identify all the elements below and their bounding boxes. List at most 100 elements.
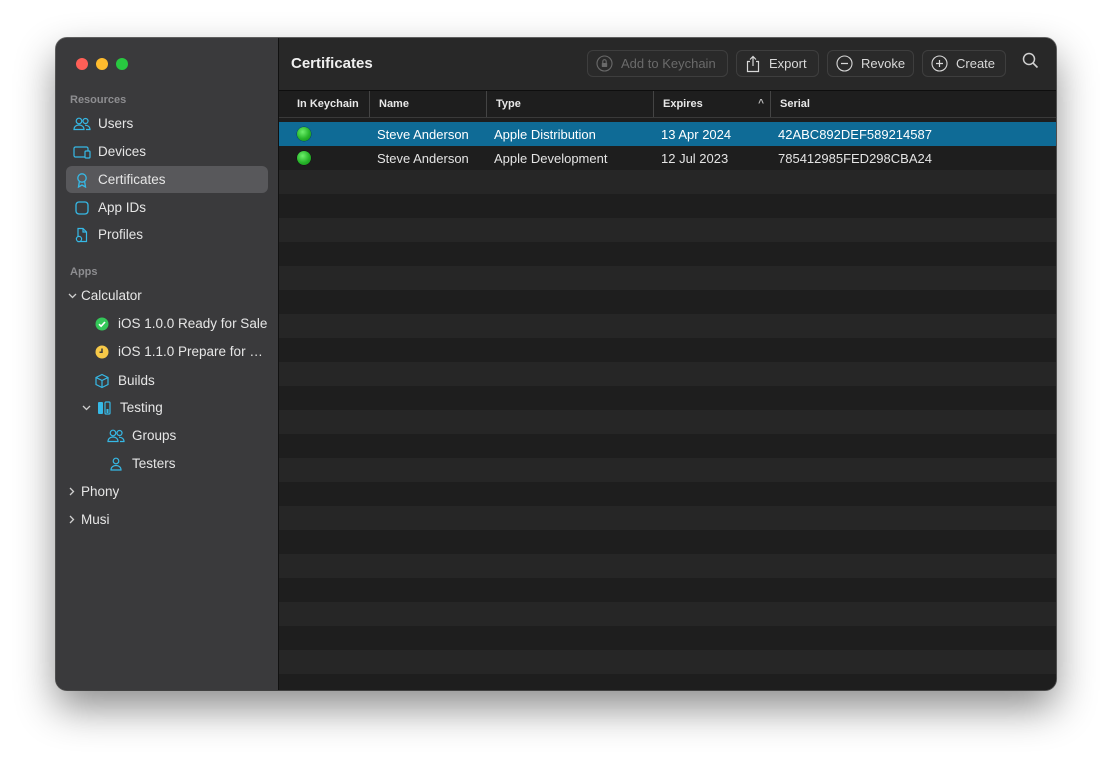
- profile-icon: [72, 227, 92, 243]
- cert-type: Apple Development: [494, 150, 608, 166]
- in-keychain-indicator-icon: [297, 146, 311, 170]
- sidebar-item-label: Phony: [81, 484, 120, 499]
- minus-circle-icon: [836, 55, 853, 72]
- export-label: Export: [769, 56, 807, 71]
- tester-icon: [106, 456, 126, 472]
- empty-row: [279, 674, 1056, 690]
- revoke-label: Revoke: [861, 56, 906, 71]
- sidebar-item-musi[interactable]: Musi: [66, 506, 268, 533]
- empty-row: [279, 194, 1056, 218]
- create-button[interactable]: Create: [922, 50, 1006, 77]
- sidebar-item-testers[interactable]: Testers: [66, 450, 268, 477]
- empty-row: [279, 650, 1056, 674]
- devices-icon: [72, 144, 92, 160]
- empty-row: [279, 362, 1056, 386]
- empty-row: [279, 602, 1056, 626]
- sidebar-item-users[interactable]: Users: [66, 110, 268, 137]
- plus-circle-icon: [931, 55, 948, 72]
- sidebar-item-label: Builds: [118, 373, 155, 388]
- sidebar-item-label: App IDs: [98, 200, 147, 215]
- sidebar-item-label: Groups: [132, 428, 177, 443]
- minimize-window-button[interactable]: [96, 58, 108, 70]
- sidebar-item-certificates[interactable]: Certificates: [66, 166, 268, 193]
- empty-row: [279, 266, 1056, 290]
- add-to-keychain-label: Add to Keychain: [621, 56, 716, 71]
- empty-row: [279, 458, 1056, 482]
- sidebar-item-label: Testing: [120, 400, 163, 415]
- column-header-serial[interactable]: Serial: [770, 91, 1056, 117]
- add-to-keychain-button[interactable]: Add to Keychain: [587, 50, 728, 77]
- chevron-right-icon[interactable]: [66, 515, 78, 524]
- sidebar-item-profiles[interactable]: Profiles: [66, 221, 268, 248]
- revoke-button[interactable]: Revoke: [827, 50, 914, 77]
- certificates-table-body: Steve Anderson Apple Distribution 13 Apr…: [279, 122, 1056, 690]
- sidebar-item-label: iOS 1.1.0 Prepare for Submission: [118, 344, 268, 359]
- sidebar-item-builds[interactable]: Builds: [66, 367, 268, 394]
- empty-row: [279, 530, 1056, 554]
- sidebar-item-label: Profiles: [98, 227, 144, 242]
- sidebar-item-version-ready[interactable]: iOS 1.0.0 Ready for Sale: [66, 310, 268, 337]
- sidebar-item-label: Devices: [98, 144, 147, 159]
- cert-name: Steve Anderson: [377, 126, 469, 142]
- certificate-icon: [72, 172, 92, 188]
- table-row[interactable]: Steve Anderson Apple Development 12 Jul …: [279, 146, 1056, 170]
- column-header-expires[interactable]: Expires ^: [653, 91, 770, 117]
- main-content: Certificates Add to Keychain Export Revo…: [279, 38, 1056, 690]
- in-keychain-indicator-icon: [297, 122, 311, 146]
- sidebar-item-app-ids[interactable]: App IDs: [66, 194, 268, 221]
- empty-row: [279, 410, 1056, 434]
- column-header-name[interactable]: Name: [369, 91, 486, 117]
- chevron-down-icon[interactable]: [80, 405, 92, 411]
- app-id-icon: [72, 200, 92, 216]
- app-window: Resources Users Devices Certificates App…: [56, 38, 1056, 690]
- window-controls: [76, 58, 128, 70]
- sidebar-item-label: Calculator: [81, 288, 142, 303]
- page-title: Certificates: [291, 55, 373, 72]
- chevron-down-icon[interactable]: [66, 293, 78, 299]
- sidebar-item-testing[interactable]: Testing: [66, 394, 268, 421]
- sidebar-item-groups[interactable]: Groups: [66, 422, 268, 449]
- table-row[interactable]: Steve Anderson Apple Distribution 13 Apr…: [279, 122, 1056, 146]
- empty-row: [279, 578, 1056, 602]
- apps-section-title: Apps: [70, 266, 98, 278]
- column-header-label: Expires: [663, 98, 703, 110]
- toolbar: Certificates Add to Keychain Export Revo…: [279, 38, 1056, 91]
- prepare-clock-icon: [92, 344, 112, 360]
- column-header-type[interactable]: Type: [486, 91, 653, 117]
- cert-serial: 42ABC892DEF589214587: [778, 126, 932, 142]
- sidebar-item-label: iOS 1.0.0 Ready for Sale: [118, 316, 268, 331]
- resources-section-title: Resources: [70, 94, 127, 106]
- sidebar-item-calculator[interactable]: Calculator: [66, 282, 268, 309]
- create-label: Create: [956, 56, 996, 71]
- lock-icon: [596, 55, 613, 72]
- users-icon: [72, 116, 92, 132]
- sidebar-item-label: Musi: [81, 512, 110, 527]
- sort-ascending-icon: ^: [758, 98, 764, 109]
- table-header: In Keychain Name Type Expires ^ Serial: [279, 91, 1056, 118]
- export-button[interactable]: Export: [736, 50, 819, 77]
- sidebar: Resources Users Devices Certificates App…: [56, 38, 279, 690]
- close-window-button[interactable]: [76, 58, 88, 70]
- sidebar-item-phony[interactable]: Phony: [66, 478, 268, 505]
- zoom-window-button[interactable]: [116, 58, 128, 70]
- search-icon: [1022, 52, 1039, 74]
- cert-serial: 785412985FED298CBA24: [778, 150, 932, 166]
- empty-row: [279, 242, 1056, 266]
- column-header-in-keychain[interactable]: In Keychain: [297, 91, 369, 117]
- sidebar-item-version-prepare[interactable]: iOS 1.1.0 Prepare for Submission: [66, 338, 268, 365]
- testing-icon: [94, 400, 114, 416]
- empty-row: [279, 314, 1056, 338]
- ready-check-icon: [92, 316, 112, 332]
- share-icon: [745, 55, 761, 73]
- cert-name: Steve Anderson: [377, 150, 469, 166]
- empty-row: [279, 626, 1056, 650]
- search-button[interactable]: [1019, 52, 1041, 74]
- cert-expires: 12 Jul 2023: [661, 150, 729, 166]
- empty-row: [279, 338, 1056, 362]
- sidebar-item-devices[interactable]: Devices: [66, 138, 268, 165]
- empty-row: [279, 386, 1056, 410]
- empty-row: [279, 434, 1056, 458]
- chevron-right-icon[interactable]: [66, 487, 78, 496]
- empty-row: [279, 218, 1056, 242]
- empty-row: [279, 170, 1056, 194]
